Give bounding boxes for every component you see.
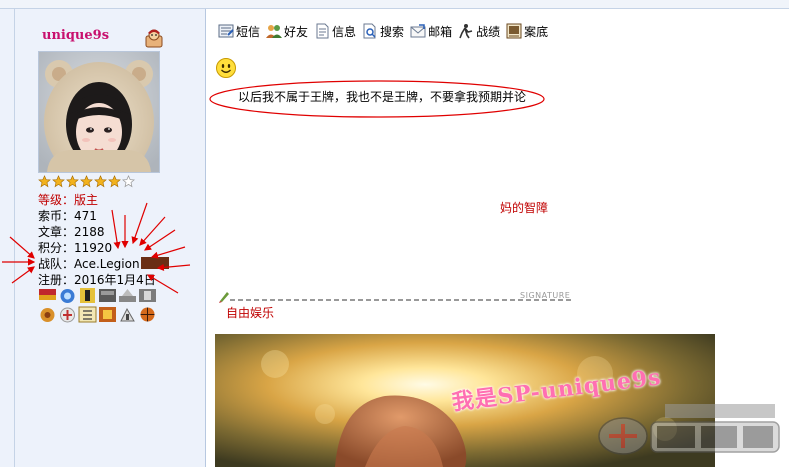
star-empty-icon [122, 175, 135, 188]
user-avatar[interactable] [38, 51, 160, 173]
info-button[interactable]: 信息 [314, 23, 356, 40]
basketball-medal-icon[interactable] [138, 306, 157, 323]
stats-label: 战绩 [476, 24, 501, 39]
mail-label: 邮箱 [428, 24, 453, 39]
friends-button[interactable]: 好友 [266, 23, 308, 40]
record-label: 案底 [524, 24, 549, 39]
user-coins: 索币：471 [38, 209, 97, 223]
star-icon [38, 175, 51, 188]
medal-icon[interactable] [118, 306, 137, 323]
friends-icon [266, 25, 283, 38]
site-watermark-logo [598, 404, 780, 455]
user-action-toolbar: 短信 好友 信息 搜索 邮箱 战绩 案底 [218, 21, 548, 41]
user-rank: 等级：版主 [38, 193, 99, 207]
medal-icon[interactable] [58, 287, 77, 304]
search-icon [363, 23, 376, 39]
user-team-row: 战队：Ace.Legion [38, 256, 169, 272]
medal-icon[interactable] [58, 306, 77, 323]
team-logo [140, 257, 169, 269]
medal-icon[interactable] [78, 287, 97, 304]
friends-label: 好友 [284, 24, 309, 39]
forum-post-page: unique9s 等级：版主 索币：471 文章：2188 积分：11920 战… [0, 0, 789, 467]
search-label: 搜索 [380, 24, 405, 39]
message-label: 短信 [236, 24, 261, 39]
medal-icon[interactable] [38, 306, 57, 323]
user-stats: 等级：版主 索币：471 文章：2188 积分：11920 战队：Ace.Leg… [38, 192, 169, 288]
star-icon [94, 175, 107, 188]
star-icon [108, 175, 121, 188]
info-icon [316, 23, 329, 39]
stats-icon [459, 24, 473, 39]
record-icon [506, 23, 522, 39]
medal-icon[interactable] [98, 306, 117, 323]
panel-divider [14, 9, 15, 467]
mail-icon [410, 24, 426, 38]
medal-icon[interactable] [38, 287, 57, 304]
star-icon [66, 175, 79, 188]
star-icon [52, 175, 65, 188]
user-badge-icon [145, 29, 163, 48]
stats-button[interactable]: 战绩 [458, 23, 500, 40]
medal-icon[interactable] [98, 287, 117, 304]
message-icon [218, 24, 234, 38]
signature-text: 自由娱乐 [226, 306, 275, 320]
user-registered: 注册：2016年1月4日 [38, 273, 156, 287]
post-middle-text: 妈的智障 [500, 201, 549, 215]
medal-icon[interactable] [118, 287, 137, 304]
info-label: 信息 [332, 24, 357, 39]
smiley-icon [216, 58, 236, 78]
user-points: 积分：11920 [38, 241, 113, 255]
medal-list [38, 287, 163, 323]
user-team[interactable]: 战队：Ace.Legion [38, 257, 140, 271]
message-button[interactable]: 短信 [218, 23, 260, 40]
previous-post-footer [0, 0, 789, 9]
signature-label: SIGNATURE [520, 291, 571, 300]
search-button[interactable]: 搜索 [362, 23, 404, 40]
username[interactable]: unique9s [42, 28, 109, 43]
medal-icon[interactable] [78, 306, 97, 323]
post-body-text: 以后我不属于王牌，我也不是王牌，不要拿我预期并论 [238, 90, 527, 104]
record-button[interactable]: 案底 [506, 23, 548, 40]
medal-icon[interactable] [138, 287, 157, 304]
user-posts: 文章：2188 [38, 225, 105, 239]
rank-stars [38, 175, 135, 189]
mail-button[interactable]: 邮箱 [410, 23, 452, 40]
star-icon [80, 175, 93, 188]
